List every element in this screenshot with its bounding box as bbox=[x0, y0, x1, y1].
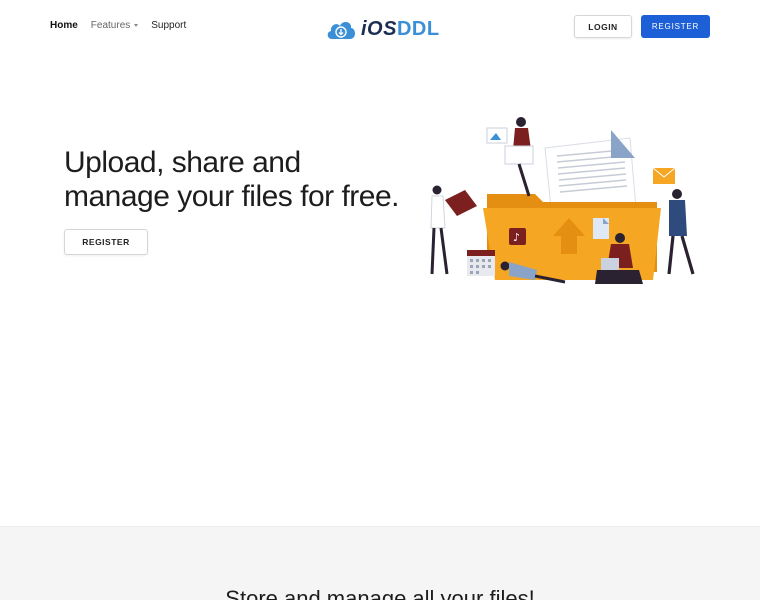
cloud-download-icon bbox=[327, 22, 355, 39]
chevron-down-icon bbox=[134, 24, 139, 27]
nav-features-dropdown[interactable]: Features bbox=[90, 20, 139, 31]
login-button[interactable]: LOGIN bbox=[574, 15, 632, 38]
hero-register-button[interactable]: REGISTER bbox=[64, 229, 148, 255]
svg-text:♪: ♪ bbox=[513, 231, 520, 244]
top-navbar: Home Features Support iOSDDL LOGIN REGIS… bbox=[0, 0, 760, 54]
register-button-header[interactable]: REGISTER bbox=[641, 15, 710, 38]
site-logo[interactable]: iOSDDL bbox=[325, 17, 440, 41]
nav-home-link[interactable]: Home bbox=[50, 20, 78, 31]
hero-title: Upload, share and manage your files for … bbox=[64, 146, 400, 213]
file-management-illustration: ♪ bbox=[430, 117, 695, 284]
main-nav: Home Features Support bbox=[50, 20, 199, 31]
features-section-title: Store and manage all your files! bbox=[225, 586, 535, 600]
logo-wordmark: iOSDDL bbox=[361, 17, 440, 40]
nav-features-label: Features bbox=[90, 20, 131, 31]
nav-support-link[interactable]: Support bbox=[151, 20, 186, 31]
